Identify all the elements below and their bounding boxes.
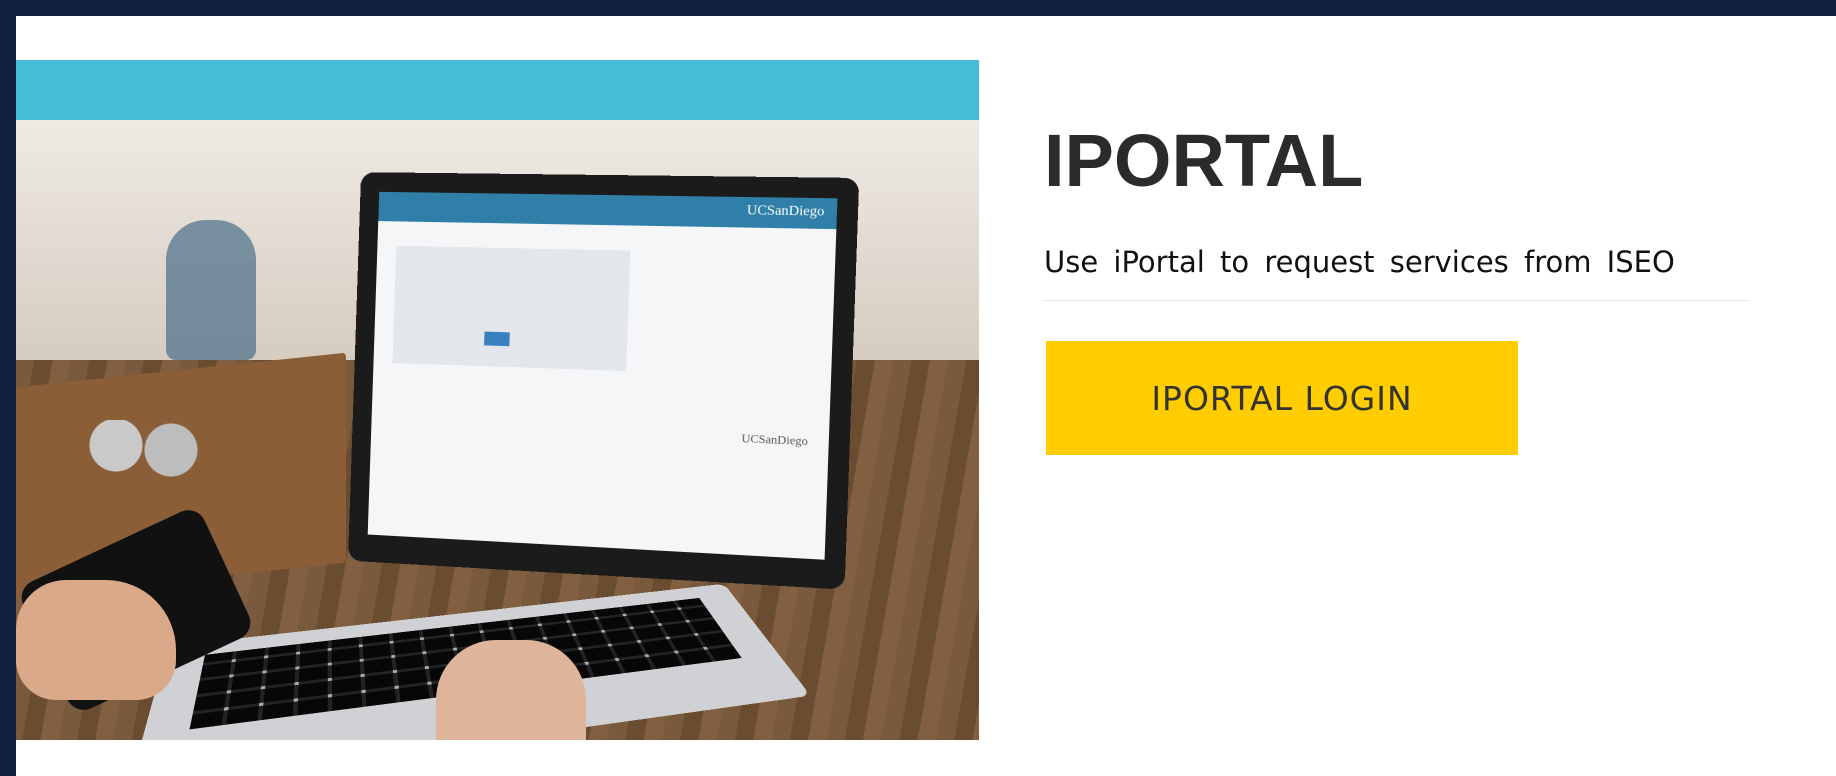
laptop-display: UCSanDiego UCSanDiego (367, 191, 838, 560)
cans-decor (86, 420, 206, 480)
laptop-screen: UCSanDiego UCSanDiego (347, 172, 860, 590)
laptop-photo: UCSanDiego UCSanDiego (16, 120, 979, 740)
divider (1044, 300, 1750, 301)
sso-button-mockup (484, 331, 510, 347)
sso-form-mockup (392, 245, 631, 372)
left-hand (16, 580, 176, 700)
right-hand (436, 640, 586, 740)
hero-image: UCSanDiego UCSanDiego (16, 60, 979, 740)
page-title: IPORTAL (1044, 119, 1364, 202)
ucsd-logo-footer: UCSanDiego (741, 431, 809, 449)
ucsd-logo: UCSanDiego (746, 203, 825, 220)
plant-decor (166, 220, 256, 360)
iportal-login-button[interactable]: IPORTAL LOGIN (1046, 341, 1518, 455)
content-panel: UCSanDiego UCSanDiego IPORTAL Use iPorta… (16, 16, 1836, 776)
hero-top-band (16, 60, 979, 120)
page-subtitle: Use iPortal to request services from ISE… (1044, 245, 1675, 279)
